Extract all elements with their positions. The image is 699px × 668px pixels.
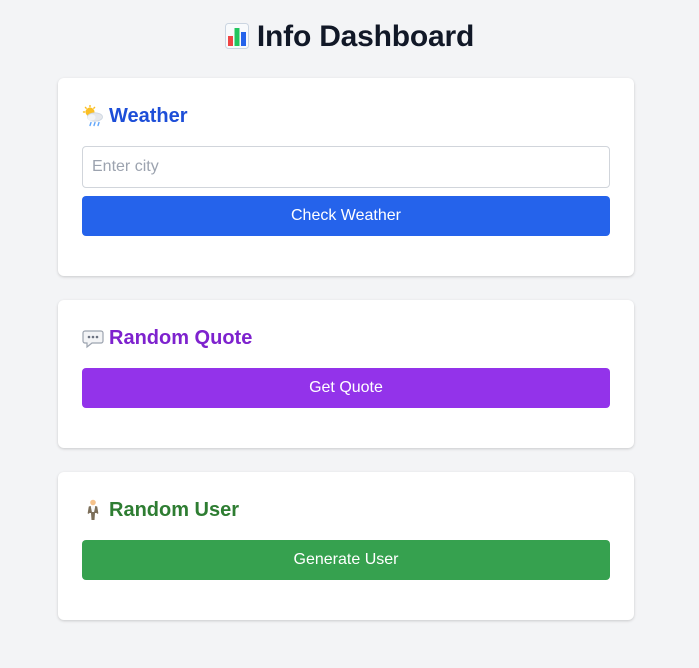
get-quote-button[interactable]: Get Quote (82, 368, 610, 408)
page-title-text: Info Dashboard (256, 20, 475, 53)
weather-card: Weather Check Weather (58, 78, 634, 276)
generate-user-button[interactable]: Generate User (82, 540, 610, 580)
user-heading-label: Random User (109, 499, 240, 521)
speech-balloon-icon (82, 327, 104, 349)
sun-behind-rain-cloud-icon (82, 105, 104, 127)
person-standing-icon (82, 499, 104, 521)
weather-heading-label: Weather (109, 105, 188, 127)
quote-card: Random Quote Get Quote (58, 300, 634, 448)
bar-chart-icon (224, 22, 249, 50)
page-title: Info Dashboard (0, 18, 699, 56)
quote-heading: Random Quote (82, 324, 252, 352)
city-input[interactable] (82, 146, 610, 188)
check-weather-button[interactable]: Check Weather (82, 196, 610, 236)
user-heading: Random User (82, 496, 239, 524)
user-card: Random User Generate User (58, 472, 634, 620)
quote-heading-label: Random Quote (109, 327, 253, 349)
weather-heading: Weather (82, 102, 188, 130)
